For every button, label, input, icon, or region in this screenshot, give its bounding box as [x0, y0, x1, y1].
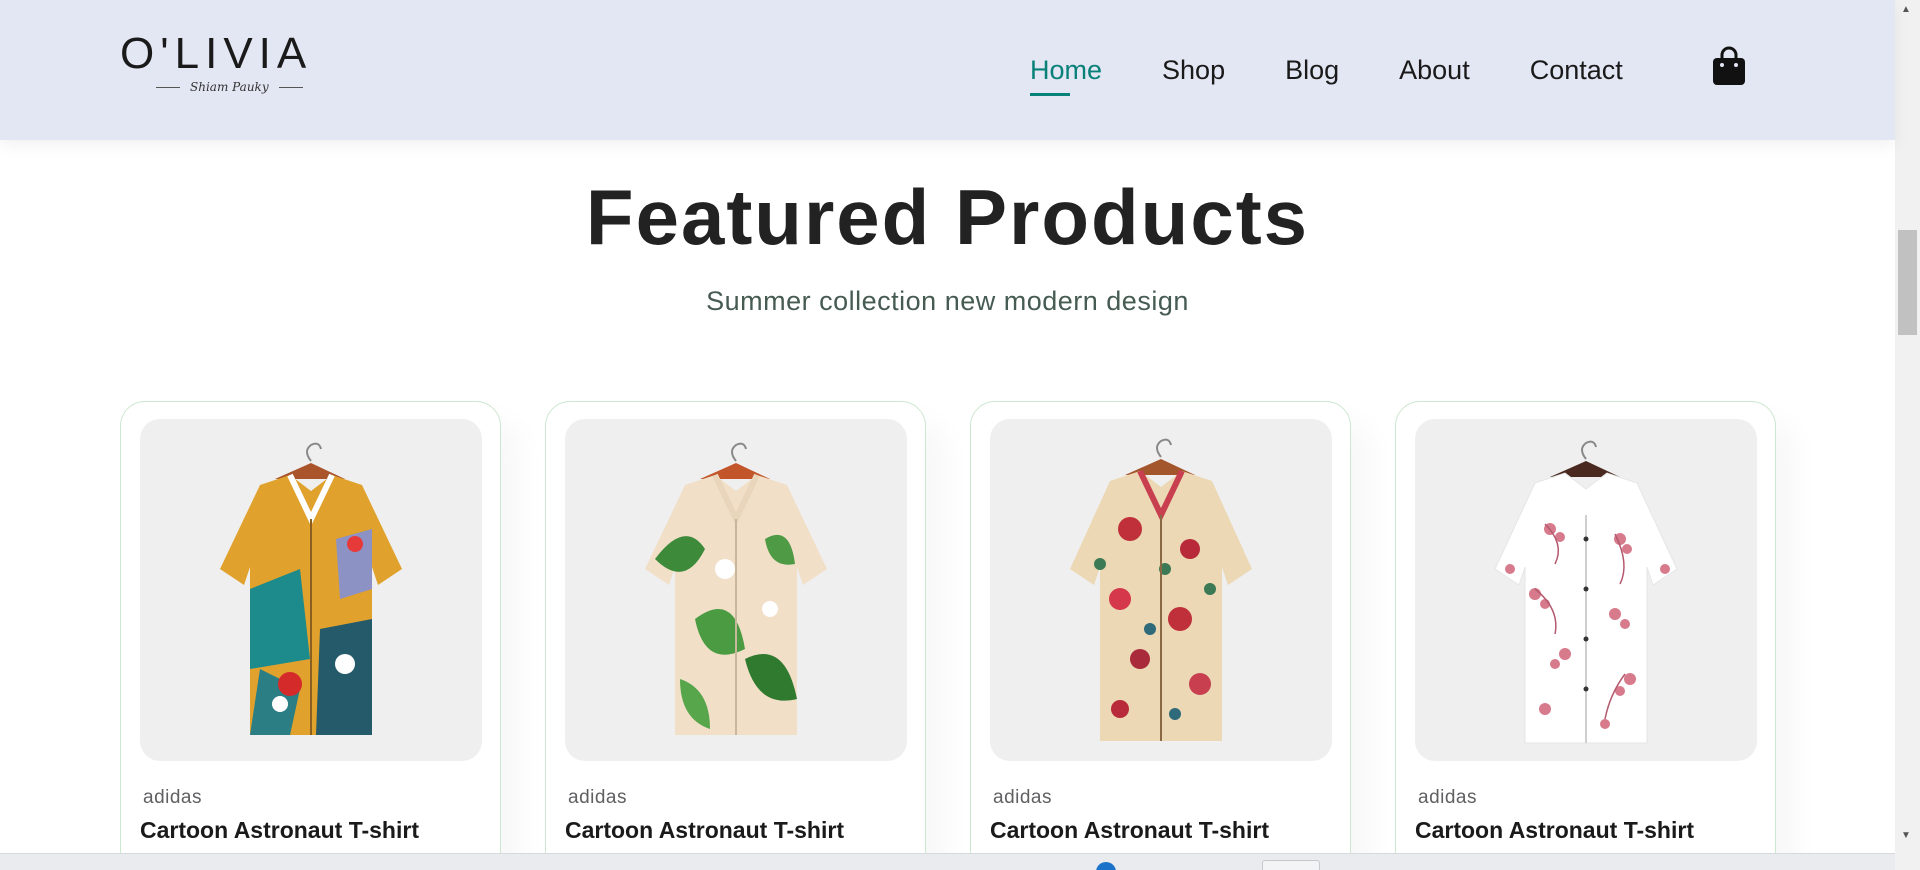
- bottom-overlay-strip: [0, 853, 1895, 870]
- scroll-up-arrow-icon[interactable]: ▲: [1901, 4, 1911, 15]
- section-subtitle: Summer collection new modern design: [706, 286, 1189, 316]
- product-name[interactable]: Cartoon Astronaut T-shirt: [990, 817, 1269, 844]
- logo[interactable]: O'LIVIA Shiam Pauky: [120, 30, 330, 105]
- multicolor-abstract-print-shirt: [220, 442, 402, 735]
- logo-tagline: Shiam Pauky: [190, 80, 269, 94]
- shopping-bag-icon[interactable]: [1712, 46, 1746, 86]
- scrollbar-thumb[interactable]: [1898, 230, 1917, 335]
- site-header: O'LIVIA Shiam Pauky Home Shop Blog About…: [0, 0, 1895, 140]
- logo-tagline-row: Shiam Pauky: [120, 80, 330, 94]
- product-name[interactable]: Cartoon Astronaut T-shirt: [565, 817, 844, 844]
- product-name[interactable]: Cartoon Astronaut T-shirt: [1415, 817, 1694, 844]
- logo-divider: [156, 86, 180, 88]
- nav-shop[interactable]: Shop: [1162, 50, 1225, 90]
- nav-blog[interactable]: Blog: [1285, 50, 1339, 90]
- product-image[interactable]: [140, 419, 482, 761]
- product-name[interactable]: Cartoon Astronaut T-shirt: [140, 817, 419, 844]
- cream-green-leaf-print-shirt: [645, 442, 827, 735]
- product-image[interactable]: [990, 419, 1332, 761]
- product-brand: adidas: [1418, 787, 1477, 808]
- vertical-scrollbar[interactable]: [1895, 0, 1920, 870]
- product-card[interactable]: adidas Cartoon Astronaut T-shirt: [970, 401, 1351, 870]
- logo-name: O'LIVIA: [120, 29, 313, 78]
- product-brand: adidas: [143, 787, 202, 808]
- white-pink-blossom-print-shirt: [1494, 440, 1678, 744]
- nav-contact[interactable]: Contact: [1530, 50, 1623, 90]
- cream-red-floral-print-shirt: [1070, 438, 1252, 741]
- product-card[interactable]: adidas Cartoon Astronaut T-shirt: [1395, 401, 1776, 870]
- product-image[interactable]: [565, 419, 907, 761]
- product-brand: adidas: [993, 787, 1052, 808]
- main-nav: Home Shop Blog About Contact: [1030, 50, 1683, 96]
- scroll-down-arrow-icon[interactable]: ▼: [1901, 830, 1911, 841]
- product-image[interactable]: [1415, 419, 1757, 761]
- nav-about[interactable]: About: [1399, 50, 1470, 90]
- bottom-box: [1262, 860, 1320, 870]
- product-card[interactable]: adidas Cartoon Astronaut T-shirt: [545, 401, 926, 870]
- product-grid: adidas Cartoon Astronaut T-shirt adidas …: [120, 401, 1776, 870]
- logo-divider: [278, 86, 303, 88]
- product-brand: adidas: [568, 787, 627, 808]
- section-title: Featured Products: [585, 173, 1310, 261]
- product-card[interactable]: adidas Cartoon Astronaut T-shirt: [120, 401, 501, 870]
- nav-home[interactable]: Home: [1030, 50, 1102, 96]
